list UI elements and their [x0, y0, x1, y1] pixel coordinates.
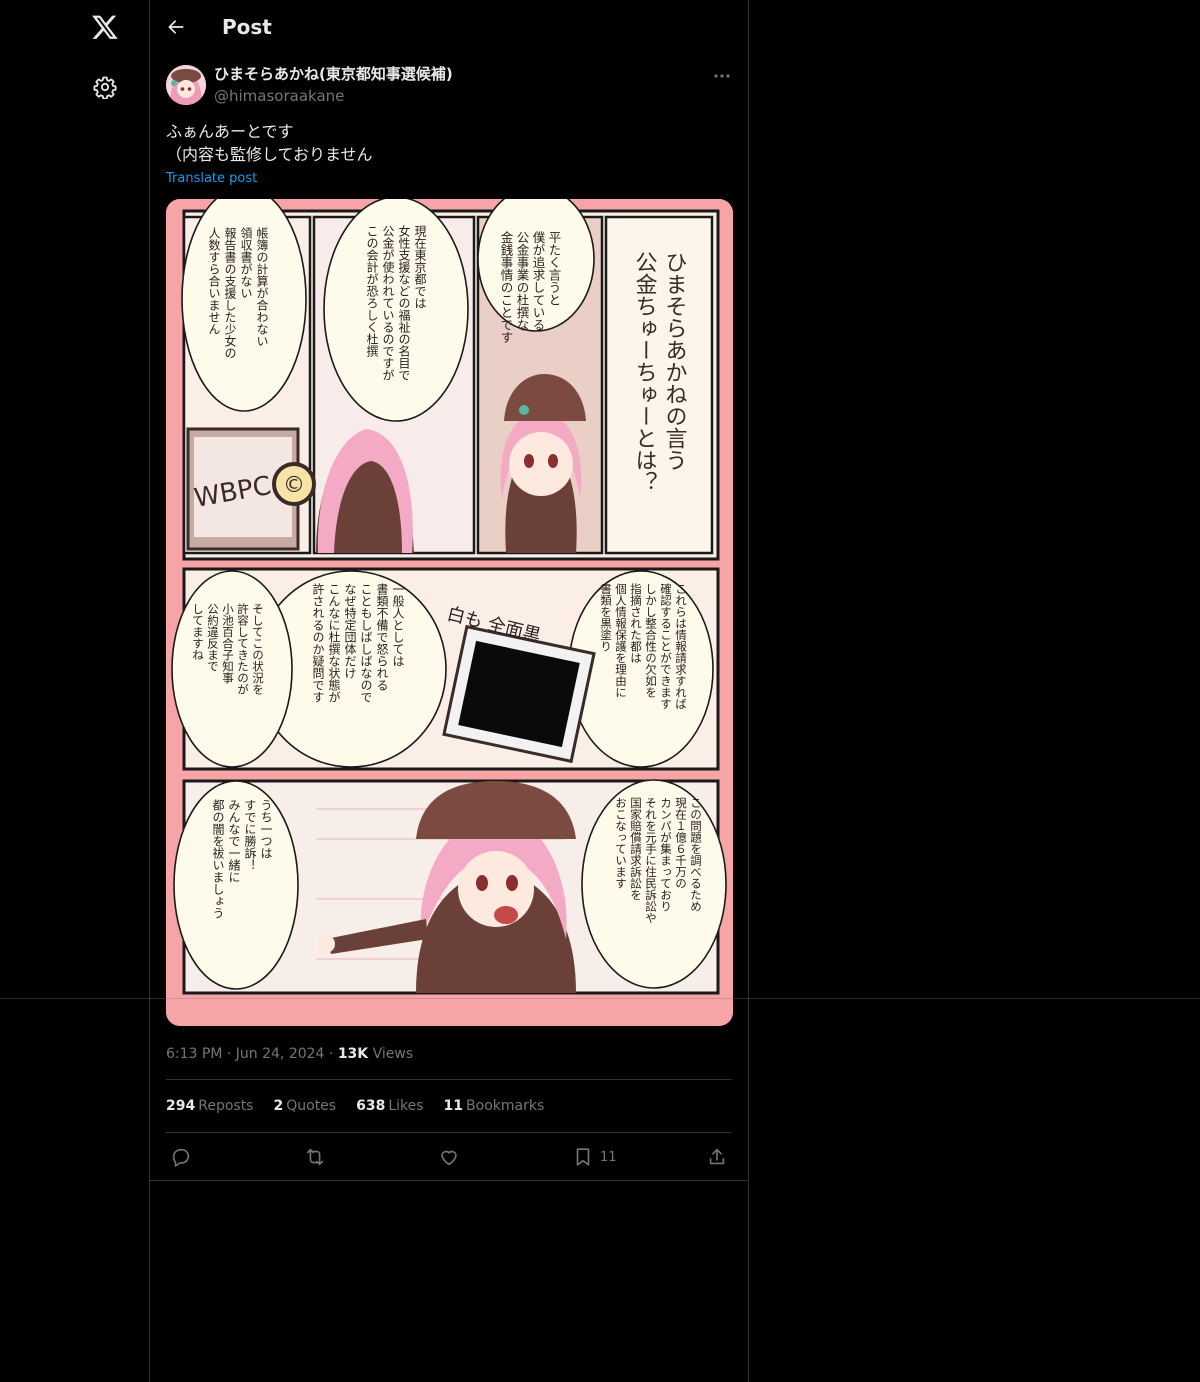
panel4-bubble: これらは情報請求すれば	[674, 583, 688, 710]
left-rail	[0, 0, 150, 1382]
svg-text:報告書の支援した少女の: 報告書の支援した少女の	[223, 227, 237, 359]
comic-title-col1: ひまそらあかねの言う	[662, 251, 687, 471]
bookmark-count: 11	[600, 1149, 617, 1165]
divider	[150, 1180, 748, 1181]
svg-text:人数すら合いません: 人数すら合いません	[207, 227, 221, 335]
tweet-text-line: ふぁんあーとです	[166, 122, 294, 141]
more-icon[interactable]	[710, 66, 734, 86]
svg-text:それを元手に住民訴訟や: それを元手に住民訴訟や	[644, 797, 658, 924]
svg-text:この会計が恐ろしく杜撰: この会計が恐ろしく杜撰	[365, 225, 379, 358]
panel7-bubble: この問題を調べるため	[689, 797, 703, 912]
avatar[interactable]	[166, 65, 206, 105]
engagement-stats: 294 Reposts 2 Quotes 638 Likes 11 Bookmarks	[166, 1096, 544, 1116]
post-header: Post	[150, 0, 748, 54]
tweet-text: ふぁんあーとです （内容も監修しておりません	[166, 120, 373, 166]
svg-text:書類を黒塗り: 書類を黒塗り	[599, 582, 613, 652]
svg-text:©: ©	[283, 473, 305, 498]
svg-text:僕が追求している: 僕が追求している	[531, 231, 546, 331]
svg-text:書類不備で怒られる: 書類不備で怒られる	[375, 583, 389, 691]
views-count: 13K	[337, 1046, 369, 1062]
svg-text:公約違反まで: 公約違反まで	[206, 603, 220, 672]
author-handle[interactable]: @himasoraakane	[214, 86, 344, 106]
post-date[interactable]: Jun 24, 2024	[236, 1046, 325, 1062]
post-column: Post ひまそらあかね(東京都知事選候補) @himasoraakane ふぁ…	[149, 0, 749, 1382]
page-title: Post	[222, 15, 272, 39]
svg-text:領収書がない: 領収書がない	[239, 226, 253, 299]
post-meta: 6:13 PM · Jun 24, 2024 · 13K Views	[166, 1044, 413, 1064]
divider	[166, 1079, 732, 1080]
tweet-image[interactable]: ひまそらあかねの言う 公金ちゅーちゅーとは？ 平たく言うと 僕が追求している 公…	[166, 199, 733, 1026]
author-name[interactable]: ひまそらあかね(東京都知事選候補)	[214, 64, 453, 84]
tweet-text-line: （内容も監修しておりません	[166, 145, 373, 164]
divider	[166, 1132, 732, 1133]
svg-text:こんなに杜撰な状態が: こんなに杜撰な状態が	[327, 583, 341, 703]
svg-text:小池百合子知事: 小池百合子知事	[221, 603, 235, 684]
views-label: Views	[372, 1046, 414, 1062]
svg-text:カンパが集まっており: カンパが集まっており	[659, 797, 673, 912]
svg-text:金銭事情のことです: 金銭事情のことです	[499, 230, 514, 344]
meta-separator: ·	[226, 1046, 232, 1062]
panel6-bubble: そしてこの状況を	[251, 603, 265, 695]
svg-text:なぜ特定団体だけ: なぜ特定団体だけ	[343, 583, 357, 679]
reply-icon[interactable]	[170, 1144, 192, 1170]
back-arrow-icon[interactable]	[163, 14, 189, 40]
svg-text:国家賠償請求訴訟を: 国家賠償請求訴訟を	[629, 797, 643, 901]
svg-text:指摘された都は: 指摘された都は	[629, 582, 643, 663]
svg-text:現在１億６千万の: 現在１億６千万の	[674, 797, 688, 889]
svg-text:みんなで一緒に: みんなで一緒に	[227, 799, 241, 883]
bookmarks-stat[interactable]: 11 Bookmarks	[444, 1096, 545, 1116]
svg-text:しかし整合性の欠如を: しかし整合性の欠如を	[644, 583, 658, 698]
svg-text:都の闇を祓いましょう: 都の闇を祓いましょう	[211, 799, 225, 919]
x-logo-icon[interactable]	[88, 10, 122, 44]
overlay-line	[0, 998, 1200, 999]
svg-text:公金が使われているのですが: 公金が使われているのですが	[381, 225, 395, 381]
svg-text:してますね: してますね	[191, 603, 205, 661]
panel8-bubble: うち一つは	[259, 799, 273, 859]
svg-text:女性支援などの福祉の名目で: 女性支援などの福祉の名目で	[397, 224, 411, 381]
gear-icon[interactable]	[90, 72, 120, 102]
panel1-bubble: 平たく言うと	[547, 231, 562, 306]
action-bar: 11	[166, 1140, 732, 1174]
comic-title-col2: 公金ちゅーちゅーとは？	[632, 251, 658, 493]
panel3-bubble: 帳簿の計算が合わない	[255, 227, 269, 347]
post-time[interactable]: 6:13 PM	[166, 1046, 222, 1062]
like-icon[interactable]	[438, 1144, 460, 1170]
reposts-stat[interactable]: 294 Reposts	[166, 1096, 253, 1116]
svg-text:許容してきたのが: 許容してきたのが	[236, 603, 250, 695]
bookmark-icon[interactable]: 11	[572, 1144, 617, 1170]
svg-text:確認することができます: 確認することができます	[659, 582, 673, 709]
panel5-bubble: 一般人としては	[391, 583, 405, 667]
meta-separator: ·	[328, 1046, 334, 1062]
svg-text:おこなっています: おこなっています	[614, 797, 628, 889]
likes-stat[interactable]: 638 Likes	[356, 1096, 423, 1116]
svg-text:許されるのか疑問です: 許されるのか疑問です	[311, 583, 325, 703]
quotes-stat[interactable]: 2 Quotes	[273, 1096, 336, 1116]
svg-text:公金事業の杜撰な: 公金事業の杜撰な	[515, 231, 530, 331]
share-icon[interactable]	[706, 1144, 728, 1170]
svg-text:こともしばしばなので: こともしばしばなので	[359, 583, 373, 703]
svg-text:すでに勝訴！: すでに勝訴！	[243, 799, 257, 871]
translate-post-link[interactable]: Translate post	[166, 170, 257, 188]
svg-text:個人情報保護を理由に: 個人情報保護を理由に	[614, 583, 628, 698]
panel2-bubble: 現在東京都では	[413, 225, 427, 309]
repost-icon[interactable]	[304, 1144, 326, 1170]
